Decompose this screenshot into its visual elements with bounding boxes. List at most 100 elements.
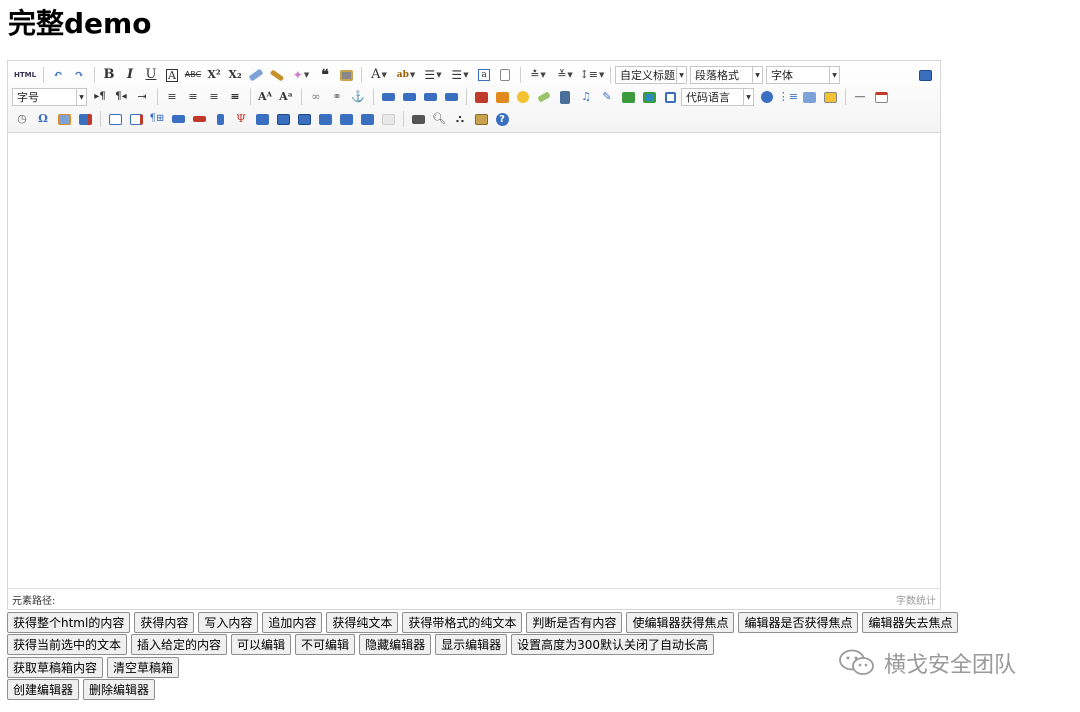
pagebreak-button[interactable]: ⋮≡ [778,87,798,107]
lineheight-button[interactable]: ↕≡ ▼ [579,65,605,85]
fullscreen-button[interactable] [915,65,935,85]
set-content-button[interactable]: 写入内容 [198,612,259,633]
mergeright-button[interactable] [273,109,293,129]
show-editor-button[interactable]: 显示编辑器 [435,634,508,655]
fontborder-button[interactable]: A [162,65,182,85]
get-local-data-button[interactable]: 获取草稿箱内容 [7,657,104,678]
inserttable-button[interactable] [105,109,125,129]
italic-button[interactable]: I [120,65,140,85]
touppercase-button[interactable]: Aᴬ [255,87,275,107]
set-enabled-button[interactable]: 可以编辑 [231,634,292,655]
blockquote-button[interactable]: ❝ [315,65,335,85]
append-content-button[interactable]: 追加内容 [262,612,323,633]
help-button[interactable]: ? [492,109,512,129]
imageright-button[interactable] [420,87,440,107]
set-height-button[interactable]: 设置高度为300默认关闭了自动长高 [511,634,714,655]
code-language-select[interactable]: 代码语言 ▼ [681,88,754,106]
drafts-button[interactable] [471,109,491,129]
paragraph-select[interactable]: 段落格式 ▼ [690,66,763,84]
mergecells-button[interactable] [252,109,272,129]
map-button[interactable] [618,87,638,107]
webapp-button[interactable] [757,87,777,107]
get-plain-text-button[interactable]: 获得纯文本 [326,612,399,633]
deletecol-button[interactable]: Ψ [231,109,251,129]
searchreplace-button[interactable]: ⛬ [450,109,470,129]
get-selected-text-button[interactable]: 获得当前选中的文本 [7,634,128,655]
strikethrough-button[interactable]: ABC [183,65,203,85]
pasteplain-button[interactable] [336,65,356,85]
justifycenter-button[interactable]: ≡ [183,87,203,107]
rowspacingtop-button[interactable]: ≛ ▼ [525,65,551,85]
insertorderedlist-button[interactable]: ☰ ▼ [420,65,446,85]
editor-content-area[interactable] [8,133,940,588]
autotypeset-button[interactable]: ✦ ▼ [288,65,314,85]
date-button[interactable] [871,87,891,107]
preview-button[interactable]: 🔍︎ [429,109,449,129]
spechars-button[interactable]: Ω [33,109,53,129]
formatmatch-button[interactable] [267,65,287,85]
link-button[interactable]: ∞ [306,87,326,107]
deleterow-button[interactable] [189,109,209,129]
get-all-html-button[interactable]: 获得整个html的内容 [7,612,131,633]
underline-button[interactable]: U [141,65,161,85]
music-button[interactable]: ♫ [576,87,596,107]
scrawl-button[interactable] [534,87,554,107]
get-formatted-plain-text-button[interactable]: 获得带格式的纯文本 [402,612,523,633]
font-size-select[interactable]: 字号 ▼ [12,88,87,106]
set-focus-button[interactable]: 使编辑器获得焦点 [626,612,735,633]
insert-html-button[interactable]: 插入给定的内容 [131,634,228,655]
set-disabled-button[interactable]: 不可编辑 [295,634,356,655]
wordimage-button[interactable] [75,109,95,129]
simpleupload-button[interactable] [471,87,491,107]
unlink-button[interactable]: ⚭ [327,87,347,107]
horizontal-button[interactable]: — [850,87,870,107]
insertunorderedlist-button[interactable]: ☰ ▼ [447,65,473,85]
print-button[interactable] [408,109,428,129]
insertcol-button[interactable] [210,109,230,129]
mergedown-button[interactable] [294,109,314,129]
insertimage-button[interactable] [492,87,512,107]
clear-local-data-button[interactable]: 清空草稿箱 [107,657,180,678]
font-family-select[interactable]: 字体 ▼ [766,66,840,84]
imageleft-button[interactable] [399,87,419,107]
create-editor-button[interactable]: 创建编辑器 [7,679,80,700]
directionalityltr-button[interactable]: ▸¶ [90,87,110,107]
time-button[interactable]: ◷ [12,109,32,129]
selectall-button[interactable]: a [474,65,494,85]
backcolor-button[interactable]: ab ▼ [393,65,419,85]
snapscreen-button[interactable] [54,109,74,129]
indent-button[interactable]: ⇥ [132,87,152,107]
superscript-button[interactable]: X² [204,65,224,85]
insertparagraphbeforetable-button[interactable]: ¶⊞ [147,109,167,129]
gmap-button[interactable] [639,87,659,107]
custom-heading-select[interactable]: 自定义标题 ▼ [615,66,687,84]
rowspacingbottom-button[interactable]: ≚ ▼ [552,65,578,85]
delete-editor-button[interactable]: 删除编辑器 [83,679,156,700]
attachment-button[interactable]: ✎ [597,87,617,107]
emotion-button[interactable] [513,87,533,107]
insertrow-button[interactable] [168,109,188,129]
splittocols-button[interactable] [357,109,377,129]
has-content-button[interactable]: 判断是否有内容 [526,612,623,633]
removeformat-button[interactable] [246,65,266,85]
directionalityrtl-button[interactable]: ¶◂ [111,87,131,107]
justifyjustify-button[interactable]: ≡ [225,87,245,107]
undo-button[interactable]: ↶ [48,65,68,85]
template-button[interactable] [799,87,819,107]
anchor-button[interactable]: ⚓ [348,87,368,107]
insertvideo-button[interactable] [555,87,575,107]
splittocells-button[interactable] [315,109,335,129]
source-html-button[interactable]: HTML [12,65,38,85]
charts-button[interactable] [378,109,398,129]
background-button[interactable] [820,87,840,107]
justifyleft-button[interactable]: ≡ [162,87,182,107]
is-focus-button[interactable]: 编辑器是否获得焦点 [738,612,859,633]
imagecenter-button[interactable] [441,87,461,107]
tolowercase-button[interactable]: Aᵃ [276,87,296,107]
bold-button[interactable]: B [99,65,119,85]
justifyright-button[interactable]: ≡ [204,87,224,107]
subscript-button[interactable]: X₂ [225,65,245,85]
deletetable-button[interactable] [126,109,146,129]
insertframe-button[interactable] [660,87,680,107]
forecolor-button[interactable]: A ▼ [366,65,392,85]
